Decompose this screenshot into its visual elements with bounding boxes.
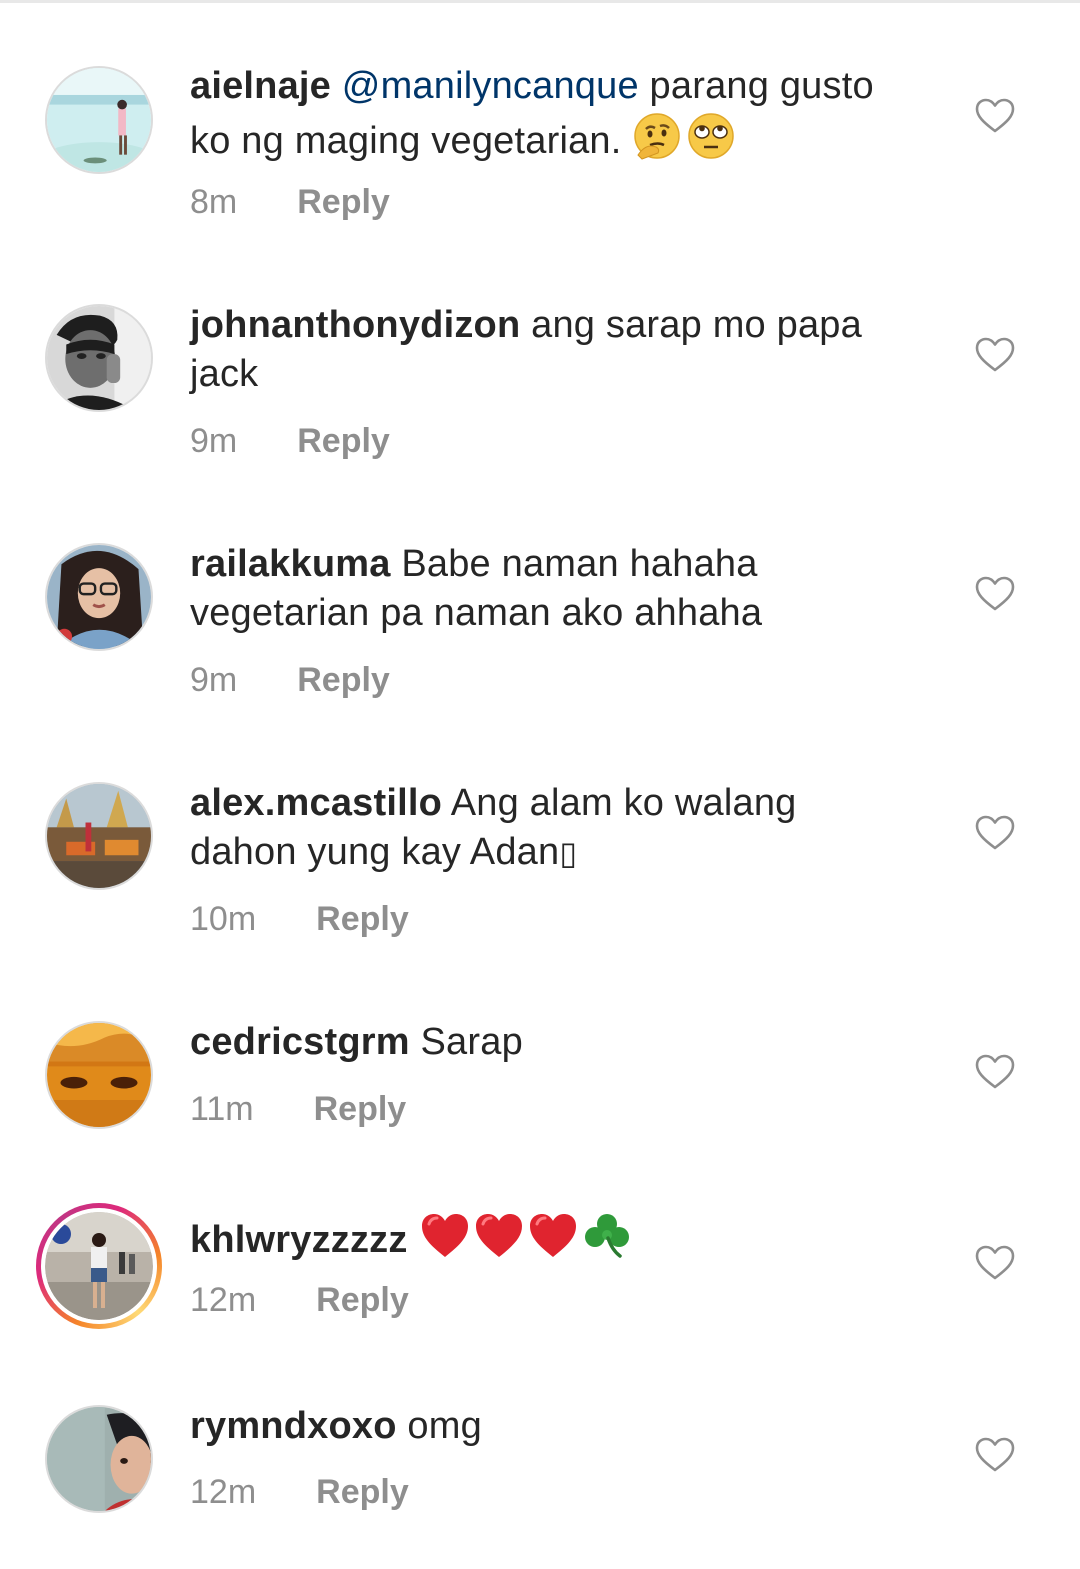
shamrock-icon — [582, 1210, 632, 1273]
reply-button[interactable]: Reply — [316, 899, 409, 939]
avatar[interactable] — [45, 66, 153, 174]
comment-meta: 8m Reply — [190, 182, 390, 222]
like-heart-icon[interactable] — [975, 1437, 1015, 1473]
avatar-image — [47, 784, 151, 888]
avatar-story-ring[interactable] — [36, 1203, 162, 1329]
timestamp: 9m — [190, 422, 238, 460]
username[interactable]: railakkuma — [190, 543, 391, 585]
comment-body: parang gusto — [638, 65, 874, 107]
timestamp: 11m — [190, 1090, 254, 1128]
comment-text: cedricstgrm Sarap — [190, 1018, 940, 1067]
comment-meta: 11m Reply — [190, 1089, 406, 1129]
avatar-image — [45, 1212, 153, 1320]
comment-text: aielnaje @manilyncanque parang gusto ko … — [190, 62, 940, 174]
like-heart-icon[interactable] — [975, 337, 1015, 373]
username[interactable]: johnanthonydizon — [190, 304, 520, 346]
timestamp: 10m — [190, 900, 257, 938]
comment-text: rymndxoxo omg — [190, 1402, 940, 1451]
comment-meta: 10m Reply — [190, 899, 409, 939]
avatar[interactable] — [45, 304, 153, 412]
avatar-image — [47, 1407, 151, 1511]
comment-body: ang sarap mo papa — [520, 304, 862, 346]
reply-button[interactable]: Reply — [297, 421, 390, 461]
avatar-image — [47, 1023, 151, 1127]
username[interactable]: cedricstgrm — [190, 1021, 410, 1063]
avatar[interactable] — [45, 782, 153, 890]
username[interactable]: alex.mcastillo — [190, 782, 442, 824]
comment-body-line2: ko ng maging vegetarian. — [190, 120, 633, 162]
like-heart-icon[interactable] — [975, 98, 1015, 134]
red-heart-icon — [420, 1212, 470, 1273]
timestamp: 8m — [190, 183, 238, 221]
username[interactable]: aielnaje — [190, 65, 331, 107]
comment-text: railakkuma Babe naman hahaha vegetarian … — [190, 540, 940, 638]
comment-text: alex.mcastillo Ang alam ko walang dahon … — [190, 779, 940, 878]
avatar-ring-inner — [41, 1208, 157, 1324]
reply-button[interactable]: Reply — [316, 1280, 409, 1320]
comment-meta: 9m Reply — [190, 421, 390, 461]
comment-meta: 9m Reply — [190, 660, 390, 700]
comment-body: Ang alam ko walang — [442, 782, 797, 824]
avatar-image — [47, 545, 151, 649]
reply-button[interactable]: Reply — [316, 1472, 409, 1512]
comment-text: khlwryzzzzz — [190, 1210, 940, 1273]
comment-body: Sarap — [409, 1021, 523, 1063]
avatar[interactable] — [45, 1405, 153, 1513]
avatar-image — [47, 306, 151, 410]
comment-text: johnanthonydizon ang sarap mo papa jack — [190, 301, 940, 399]
red-heart-icon — [528, 1212, 578, 1273]
eye-roll-face-icon — [686, 111, 736, 174]
comment-body: omg — [396, 1405, 482, 1447]
reply-button[interactable]: Reply — [297, 660, 390, 700]
avatar — [45, 1212, 153, 1320]
red-heart-icon — [474, 1212, 524, 1273]
like-heart-icon[interactable] — [975, 1054, 1015, 1090]
top-divider — [0, 0, 1080, 3]
missing-glyph: ▯ — [559, 834, 578, 872]
comment-body: Babe naman hahaha — [390, 543, 758, 585]
like-heart-icon[interactable] — [975, 815, 1015, 851]
like-heart-icon[interactable] — [975, 1245, 1015, 1281]
mention-space — [331, 65, 342, 107]
like-heart-icon[interactable] — [975, 576, 1015, 612]
timestamp: 12m — [190, 1281, 257, 1319]
comment-body-line2: vegetarian pa naman ako ahhaha — [190, 592, 763, 634]
comment-meta: 12m Reply — [190, 1472, 409, 1512]
reply-button[interactable]: Reply — [297, 182, 390, 222]
avatar[interactable] — [45, 1021, 153, 1129]
comment-meta: 12m Reply — [190, 1280, 409, 1320]
avatar-image — [47, 68, 151, 172]
comment-body-line2: dahon yung kay Adan — [190, 831, 560, 873]
username[interactable]: rymndxoxo — [190, 1405, 397, 1447]
username[interactable]: khlwryzzzzz — [190, 1219, 408, 1261]
comment-body-line2: jack — [190, 353, 259, 395]
avatar[interactable] — [45, 543, 153, 651]
reply-button[interactable]: Reply — [314, 1089, 407, 1129]
timestamp: 9m — [190, 661, 238, 699]
mention-link[interactable]: @manilyncanque — [342, 65, 639, 107]
thinking-face-icon — [632, 111, 682, 174]
timestamp: 12m — [190, 1473, 257, 1511]
